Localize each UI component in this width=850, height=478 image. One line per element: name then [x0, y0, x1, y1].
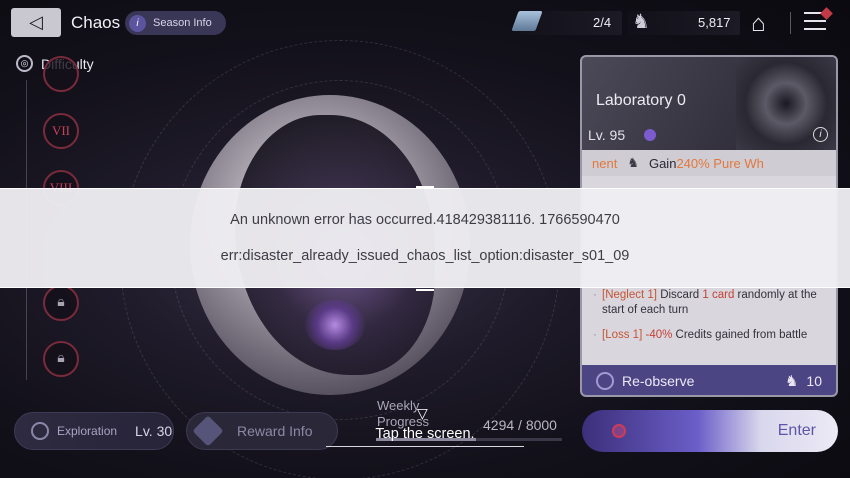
effect-item: [Loss 1] -40% Credits gained from battle — [593, 328, 822, 343]
figure-icon: ♞ — [627, 155, 639, 170]
band-marker-bottom — [416, 289, 434, 291]
error-message: An unknown error has occurred.4184293811… — [230, 212, 620, 228]
tap-underline — [326, 446, 524, 447]
figure-cost-icon: ♞ — [784, 373, 799, 390]
error-toast[interactable] — [0, 188, 850, 288]
stamina-value: 2/4 — [593, 15, 612, 30]
level-gem-icon — [644, 129, 656, 141]
reobserve-button[interactable]: Re-observe ♞ 10 — [582, 365, 836, 395]
tap-indicator-icon: ▽ — [417, 405, 428, 421]
back-button[interactable]: ◁ — [11, 8, 61, 37]
effect-item: [Neglect 1] Discard 1 card randomly at t… — [593, 288, 822, 318]
stage-level: Lv. 95 — [588, 127, 626, 143]
marquee-gain: Gain — [648, 155, 677, 171]
reobserve-icon — [596, 372, 614, 390]
back-arrow-icon: ◁ — [29, 12, 43, 32]
error-code: err:disaster_already_issued_chaos_list_o… — [220, 248, 630, 264]
band-marker-top — [416, 186, 434, 188]
info-icon: i — [129, 14, 146, 32]
season-info-button[interactable]: i Season Info — [125, 11, 226, 35]
lock-icon: 🔒︎ — [57, 295, 65, 310]
stage-title: Laboratory 0 — [596, 92, 686, 109]
lock-icon: 🔒︎ — [57, 351, 65, 366]
reobserve-cost: 10 — [806, 373, 822, 389]
tap-prompt[interactable]: Tap the screen. — [0, 426, 850, 442]
page-title: Chaos — [71, 13, 121, 32]
credit-figure-icon: ♞ — [632, 11, 650, 33]
planet-core-glow — [305, 300, 365, 350]
reobserve-label: Re-observe — [622, 373, 695, 389]
effect-list: [Neglect 1] Discard 1 card randomly at t… — [582, 282, 836, 359]
tier-partial[interactable] — [43, 56, 79, 92]
tier-locked-2[interactable]: 🔒︎ — [43, 341, 79, 377]
stage-effect-marquee: nent ♞ Gain240% Pure Wh — [582, 150, 836, 176]
difficulty-icon: ◎ — [16, 55, 33, 72]
marquee-left: nent — [592, 155, 618, 171]
season-info-label: Season Info — [153, 17, 212, 29]
stage-info-icon[interactable]: i — [813, 127, 828, 142]
tier-vii[interactable]: VII — [43, 113, 79, 149]
tier-locked-1[interactable]: 🔒︎ — [43, 285, 79, 321]
top-bar: ◁ Chaos i Season Info 2/4 ♞ 5,817 ⌂ — [0, 0, 850, 46]
credit-value: 5,817 — [698, 15, 731, 30]
divider — [790, 12, 791, 34]
home-icon[interactable]: ⌂ — [751, 10, 766, 38]
marquee-highlight: 240% Pure Wh — [676, 155, 764, 171]
